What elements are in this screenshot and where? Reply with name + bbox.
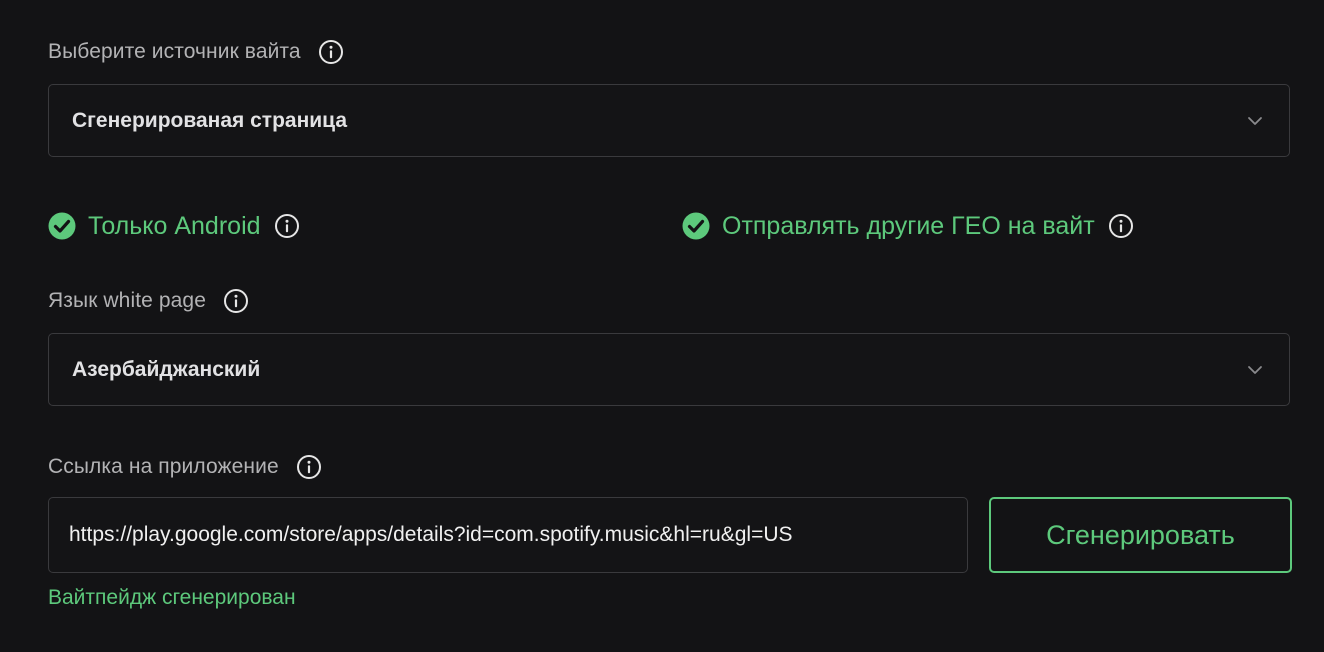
source-label: Выберите источник вайта (48, 40, 301, 63)
generate-button[interactable]: Сгенерировать (989, 497, 1292, 573)
chevron-down-icon (1248, 116, 1262, 125)
source-select[interactable]: Сгенерированая страница (48, 84, 1290, 157)
language-label: Язык white page (48, 289, 206, 312)
app-link-label: Ссылка на приложение (48, 455, 279, 478)
app-link-label-row: Ссылка на приложение (48, 452, 322, 482)
chevron-down-icon (1248, 365, 1262, 374)
source-selected-value: Сгенерированая страница (72, 108, 348, 132)
info-icon[interactable] (274, 213, 300, 239)
android-only-toggle[interactable]: Только Android (48, 208, 300, 244)
android-only-label: Только Android (88, 211, 261, 240)
send-other-geo-label: Отправлять другие ГЕО на вайт (722, 211, 1095, 240)
app-link-input[interactable] (48, 497, 968, 573)
source-label-row: Выберите источник вайта (48, 37, 344, 67)
check-circle-icon (48, 212, 76, 240)
send-other-geo-toggle[interactable]: Отправлять другие ГЕО на вайт (682, 208, 1134, 244)
status-message: Вайтпейдж сгенерирован (48, 586, 296, 609)
check-circle-icon (682, 212, 710, 240)
language-selected-value: Азербайджанский (72, 357, 261, 381)
info-icon[interactable] (318, 39, 344, 65)
language-label-row: Язык white page (48, 286, 249, 316)
info-icon[interactable] (223, 288, 249, 314)
info-icon[interactable] (296, 454, 322, 480)
language-select[interactable]: Азербайджанский (48, 333, 1290, 406)
info-icon[interactable] (1108, 213, 1134, 239)
